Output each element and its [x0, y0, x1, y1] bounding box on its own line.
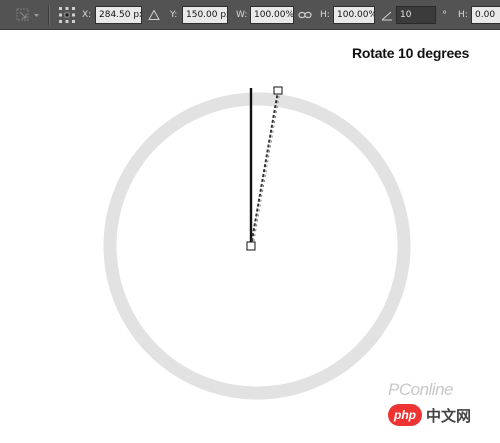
- x-label: X:: [82, 10, 92, 20]
- link-icon: [298, 11, 312, 19]
- chevron-down-icon: [34, 14, 39, 17]
- height-label: H:: [320, 10, 330, 20]
- tool-preset-picker[interactable]: [14, 0, 40, 30]
- horizontal-skew-label: H:: [458, 10, 468, 20]
- rotate-angle-icon: [381, 11, 392, 21]
- document-canvas[interactable]: [0, 30, 500, 439]
- gray-ring: [103, 92, 411, 400]
- anchor-point-bottom[interactable]: [246, 241, 256, 251]
- horizontal-skew-input[interactable]: 0.00: [471, 6, 500, 24]
- canvas-artwork: [103, 86, 411, 400]
- maintain-aspect-ratio-toggle[interactable]: [298, 0, 312, 30]
- degree-symbol: °: [442, 9, 447, 21]
- x-position-input[interactable]: 284.50 px: [95, 6, 142, 24]
- height-input[interactable]: 100.00%: [333, 6, 375, 24]
- reference-point-grid-icon: [59, 7, 75, 23]
- width-input[interactable]: 100.00%: [250, 6, 294, 24]
- relative-positioning-toggle[interactable]: [148, 0, 160, 30]
- php-watermark: php 中文网: [388, 402, 471, 428]
- rotate-angle-input[interactable]: 10: [396, 6, 436, 24]
- rotated-path: [250, 90, 281, 247]
- transform-tool-icon: [16, 8, 39, 21]
- width-label: W:: [236, 10, 248, 20]
- toolbar-divider: [48, 5, 50, 25]
- delta-triangle-icon: [148, 9, 160, 20]
- php-logo: php: [388, 404, 422, 426]
- pconline-watermark: PConline: [388, 380, 454, 399]
- options-bar: X: 284.50 px Y: 150.00 px W: 100.00% H: …: [0, 0, 500, 30]
- php-site-name: 中文网: [426, 406, 472, 425]
- reference-point-locator[interactable]: [58, 0, 76, 30]
- anchor-point-top[interactable]: [273, 86, 283, 95]
- caption-text: Rotate 10 degrees: [352, 45, 470, 61]
- y-label: Y:: [170, 10, 178, 20]
- rotate-angle-icon-wrap: [381, 0, 393, 30]
- y-position-input[interactable]: 150.00 px: [182, 6, 228, 24]
